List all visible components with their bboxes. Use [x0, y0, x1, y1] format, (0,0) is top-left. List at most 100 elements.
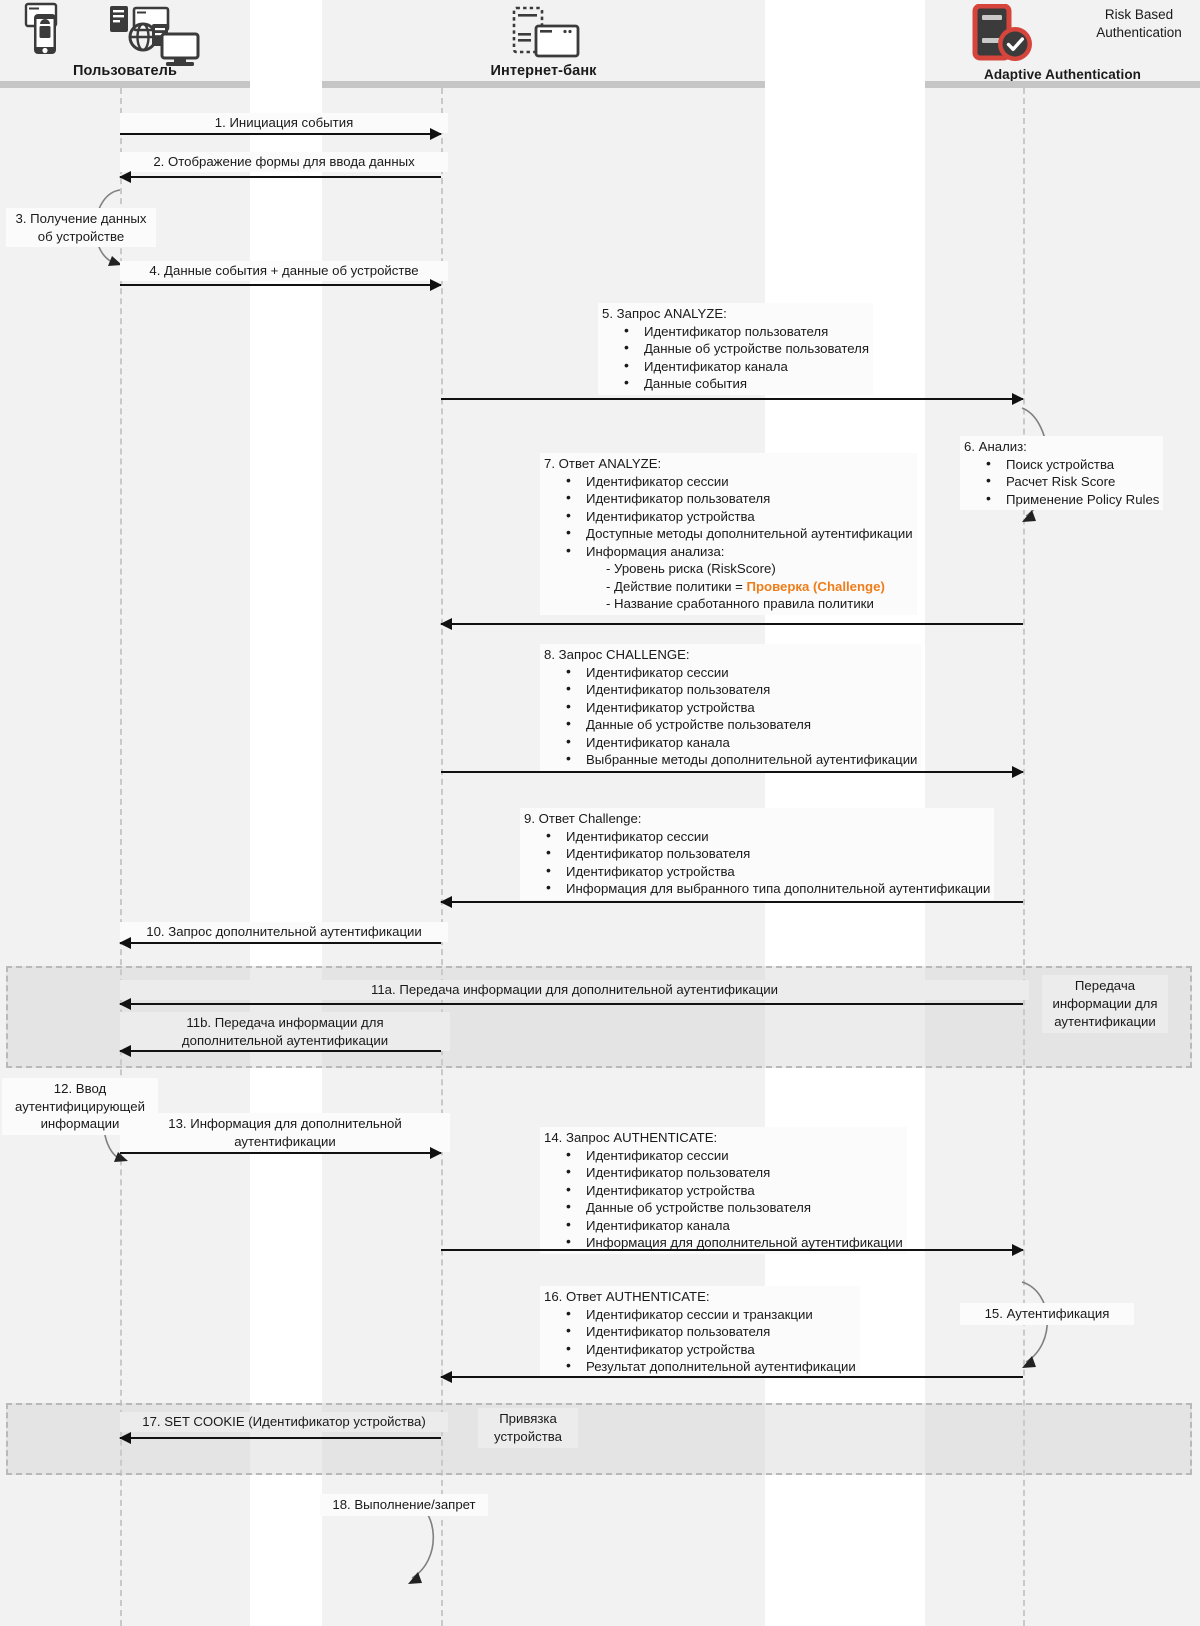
list-item: Идентификатор пользователя	[566, 680, 917, 699]
message-block-14: 14. Запрос AUTHENTICATE: Идентификатор с…	[540, 1127, 907, 1254]
fragment-binding-line2: устройства	[494, 1429, 562, 1444]
list-item: Идентификатор устройства	[566, 698, 917, 717]
list-item: Результат дополнительной аутентификации	[566, 1357, 856, 1376]
list-item: Расчет Risk Score	[986, 472, 1159, 491]
self-message-label-15: 15. Аутентификация	[960, 1303, 1134, 1325]
message-arrow-11b	[119, 1045, 441, 1057]
message-16-items: Идентификатор сессии и транзакции Иденти…	[544, 1305, 856, 1376]
server-check-icon	[971, 4, 1037, 66]
actor-header-bank: Интернет-банк	[322, 0, 765, 88]
message-label-10: 10. Запрос дополнительной аутентификации	[120, 922, 448, 942]
message-block-16: 16. Ответ AUTHENTICATE: Идентификатор се…	[540, 1286, 860, 1378]
list-item: Идентификатор канала	[624, 357, 869, 376]
lifeline-adaptive-auth	[1023, 88, 1025, 1626]
list-item: Идентификатор пользователя	[566, 489, 913, 508]
list-item: Идентификатор канала	[566, 1216, 903, 1235]
message-7-sub2-prefix: - Действие политики =	[606, 578, 747, 594]
list-item: Идентификатор сессии и транзакции	[566, 1305, 856, 1324]
message-arrow-9	[440, 896, 1023, 908]
message-8-items: Идентификатор сессии Идентификатор польз…	[544, 663, 917, 769]
message-label-11b: 11b. Передача информации для дополнитель…	[120, 1012, 450, 1051]
message-arrow-8	[441, 766, 1024, 778]
actor-header-user: Пользователь	[0, 0, 250, 88]
list-item: Идентификатор устройства	[566, 1340, 856, 1359]
message-arrow-2	[119, 171, 441, 183]
user-devices-icon	[18, 2, 110, 68]
message-block-9: 9. Ответ Challenge: Идентификатор сессии…	[520, 808, 995, 900]
message-arrow-10	[119, 937, 441, 949]
fragment-transfer-line3: аутентификации	[1054, 1014, 1156, 1029]
network-devices-icon	[108, 4, 208, 68]
message-7-items: Идентификатор сессии Идентификатор польз…	[544, 472, 913, 561]
message-label-17: 17. SET COOKIE (Идентификатор устройства…	[120, 1412, 448, 1432]
message-3-line1: 3. Получение данных	[15, 211, 147, 226]
message-7-sub1: - Уровень риска (RiskScore)	[606, 561, 776, 576]
rba-caption-line2: Authentication	[1096, 25, 1182, 40]
list-item: Идентификатор сессии	[566, 663, 917, 682]
fragment-device-binding-label: Привязка устройства	[478, 1408, 578, 1448]
message-13-line2: аутентификации	[234, 1133, 336, 1149]
message-14-items: Идентификатор сессии Идентификатор польз…	[544, 1146, 903, 1252]
list-item: Поиск устройства	[986, 455, 1159, 474]
message-3-line2: об устройстве	[37, 228, 125, 244]
actor-header-adaptive-auth-bar	[925, 81, 1200, 88]
message-14-title: 14. Запрос AUTHENTICATE:	[544, 1130, 718, 1145]
list-item: Идентификатор сессии	[566, 1146, 903, 1165]
message-block-6: 6. Анализ: Поиск устройства Расчет Risk …	[960, 436, 1164, 510]
list-item: Применение Policy Rules	[986, 490, 1159, 509]
list-item: Идентификатор сессии	[546, 827, 990, 846]
risk-based-authentication-caption: Risk Based Authentication	[1084, 6, 1194, 42]
rba-caption-line1: Risk Based	[1104, 7, 1174, 22]
list-item: Идентификатор пользователя	[546, 844, 990, 863]
message-6-title: 6. Анализ:	[964, 439, 1027, 454]
actor-label-adaptive-auth: Adaptive Authentication	[983, 67, 1142, 82]
message-arrow-7	[440, 618, 1023, 630]
message-13-line1: 13. Информация для дополнительной	[168, 1116, 402, 1131]
message-block-8: 8. Запрос CHALLENGE: Идентификатор сесси…	[540, 644, 922, 771]
lifeline-bank	[441, 88, 443, 1626]
internet-bank-icon	[508, 6, 584, 64]
message-8-title: 8. Запрос CHALLENGE:	[544, 647, 690, 662]
message-arrow-5	[441, 393, 1024, 405]
message-11b-line2: дополнительной аутентификации	[181, 1032, 389, 1048]
list-item: Доступные методы дополнительной аутентиф…	[566, 524, 913, 543]
message-7-sub3: - Название сработанного правила политики	[606, 596, 874, 611]
message-5-title: 5. Запрос ANALYZE:	[602, 306, 727, 321]
list-item: Информация для выбранного типа дополните…	[546, 879, 990, 898]
message-label-13: 13. Информация для дополнительной аутент…	[120, 1113, 450, 1152]
fragment-transfer-line2: информации для	[1052, 996, 1158, 1011]
message-label-1: 1. Инициация события	[120, 113, 448, 133]
lifeline-user	[120, 88, 122, 1626]
message-label-2: 2. Отображение формы для ввода данных	[120, 152, 448, 172]
message-arrow-16	[440, 1371, 1023, 1383]
message-6-items: Поиск устройства Расчет Risk Score Приме…	[964, 455, 1159, 509]
message-block-7: 7. Ответ ANALYZE: Идентификатор сессии И…	[540, 453, 917, 615]
message-9-items: Идентификатор сессии Идентификатор польз…	[524, 827, 990, 898]
message-arrow-11a	[119, 998, 1023, 1010]
message-5-items: Идентификатор пользователя Данные об уст…	[602, 322, 869, 393]
list-item: Идентификатор пользователя	[624, 322, 869, 341]
self-message-label-3: 3. Получение данных об устройстве	[6, 208, 156, 247]
message-16-title: 16. Ответ AUTHENTICATE:	[544, 1289, 710, 1304]
list-item: Данные события	[624, 374, 869, 393]
message-arrow-1	[120, 128, 442, 140]
list-item: Данные об устройстве пользователя	[566, 1198, 903, 1217]
list-item: Данные об устройстве пользователя	[624, 339, 869, 358]
message-arrow-17	[119, 1432, 441, 1444]
actor-label-bank: Интернет-банк	[490, 63, 597, 79]
actor-header-bank-bar	[322, 81, 765, 88]
list-item: Идентификатор пользователя	[566, 1322, 856, 1341]
policy-action-challenge-highlight: Проверка (Challenge)	[746, 578, 885, 594]
message-arrow-4	[120, 279, 442, 291]
fragment-transfer-info-label: Передача информации для аутентификации	[1042, 975, 1168, 1033]
list-item: Выбранные методы дополнительной аутентиф…	[566, 750, 917, 769]
fragment-binding-line1: Привязка	[499, 1411, 557, 1426]
list-item: Идентификатор устройства	[566, 507, 913, 526]
list-item: Данные об устройстве пользователя	[566, 715, 917, 734]
message-7-sub2: - Действие политики = Проверка (Challeng…	[544, 578, 913, 596]
list-item: Идентификатор устройства	[546, 862, 990, 881]
list-item: Идентификатор пользователя	[566, 1163, 903, 1182]
message-block-5: 5. Запрос ANALYZE: Идентификатор пользов…	[598, 303, 873, 395]
message-11b-line1: 11b. Передача информации для	[186, 1015, 384, 1030]
message-arrow-14	[441, 1244, 1024, 1256]
